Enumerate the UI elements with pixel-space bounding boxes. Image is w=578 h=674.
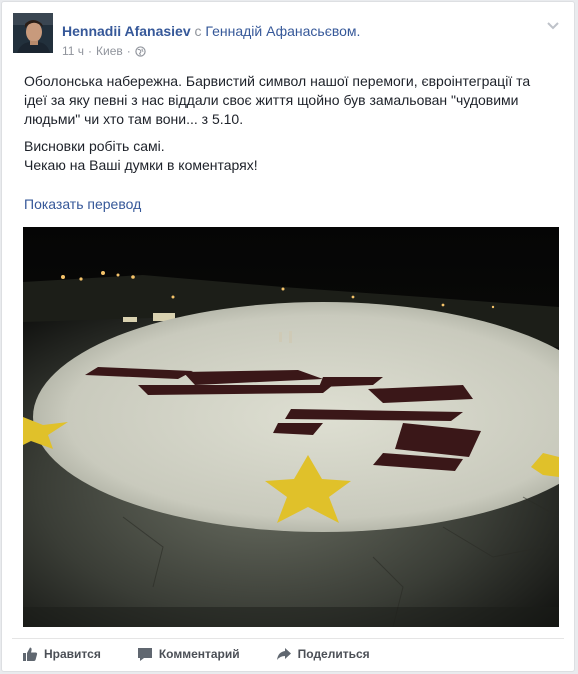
author-avatar[interactable] [13,13,53,53]
post-paragraph: Оболонська набережна. Барвистий символ н… [24,73,531,127]
avatar-photo [13,13,53,53]
share-arrow-icon [276,648,291,660]
post-body: Оболонська набережна. Барвистий символ н… [24,72,544,183]
night-photo [23,227,559,627]
author-name[interactable]: Hennadii Afanasiev [62,23,191,39]
show-translation-link[interactable]: Показать перевод [24,196,141,212]
meta-separator: · [88,44,93,58]
thumbs-up-icon [23,647,38,661]
post-location[interactable]: Киев [96,44,123,58]
share-button[interactable]: Поделиться [276,646,370,662]
post-paragraph: Висновки робіть самі. Чекаю на Ваші думк… [24,137,544,175]
post-actions: Нравится Комментарий Поделиться [12,638,564,669]
globe-icon[interactable] [135,45,146,57]
comment-bubble-icon [137,648,152,661]
post-line: Чекаю на Ваші думки в коментарях! [24,157,258,173]
comment-label: Комментарий [158,647,240,661]
share-label: Поделиться [297,647,370,661]
chevron-down-icon[interactable] [546,18,560,32]
meta-separator: · [126,44,131,58]
post-photo[interactable] [23,227,559,627]
post-header: Hennadii Afanasiev с Геннадій Афанасьєво… [62,23,360,39]
post-meta: 11 ч · Киев · [62,44,146,58]
like-button[interactable]: Нравится [22,646,101,662]
post-card: Hennadii Afanasiev с Геннадій Афанасьєво… [1,1,575,672]
post-time[interactable]: 11 ч [62,44,84,58]
comment-button[interactable]: Комментарий [137,646,240,662]
with-word: с [194,23,202,39]
like-label: Нравится [44,647,101,661]
post-line: Висновки робіть самі. [24,138,165,154]
tagged-person[interactable]: Геннадій Афанасьєвом. [205,23,360,39]
